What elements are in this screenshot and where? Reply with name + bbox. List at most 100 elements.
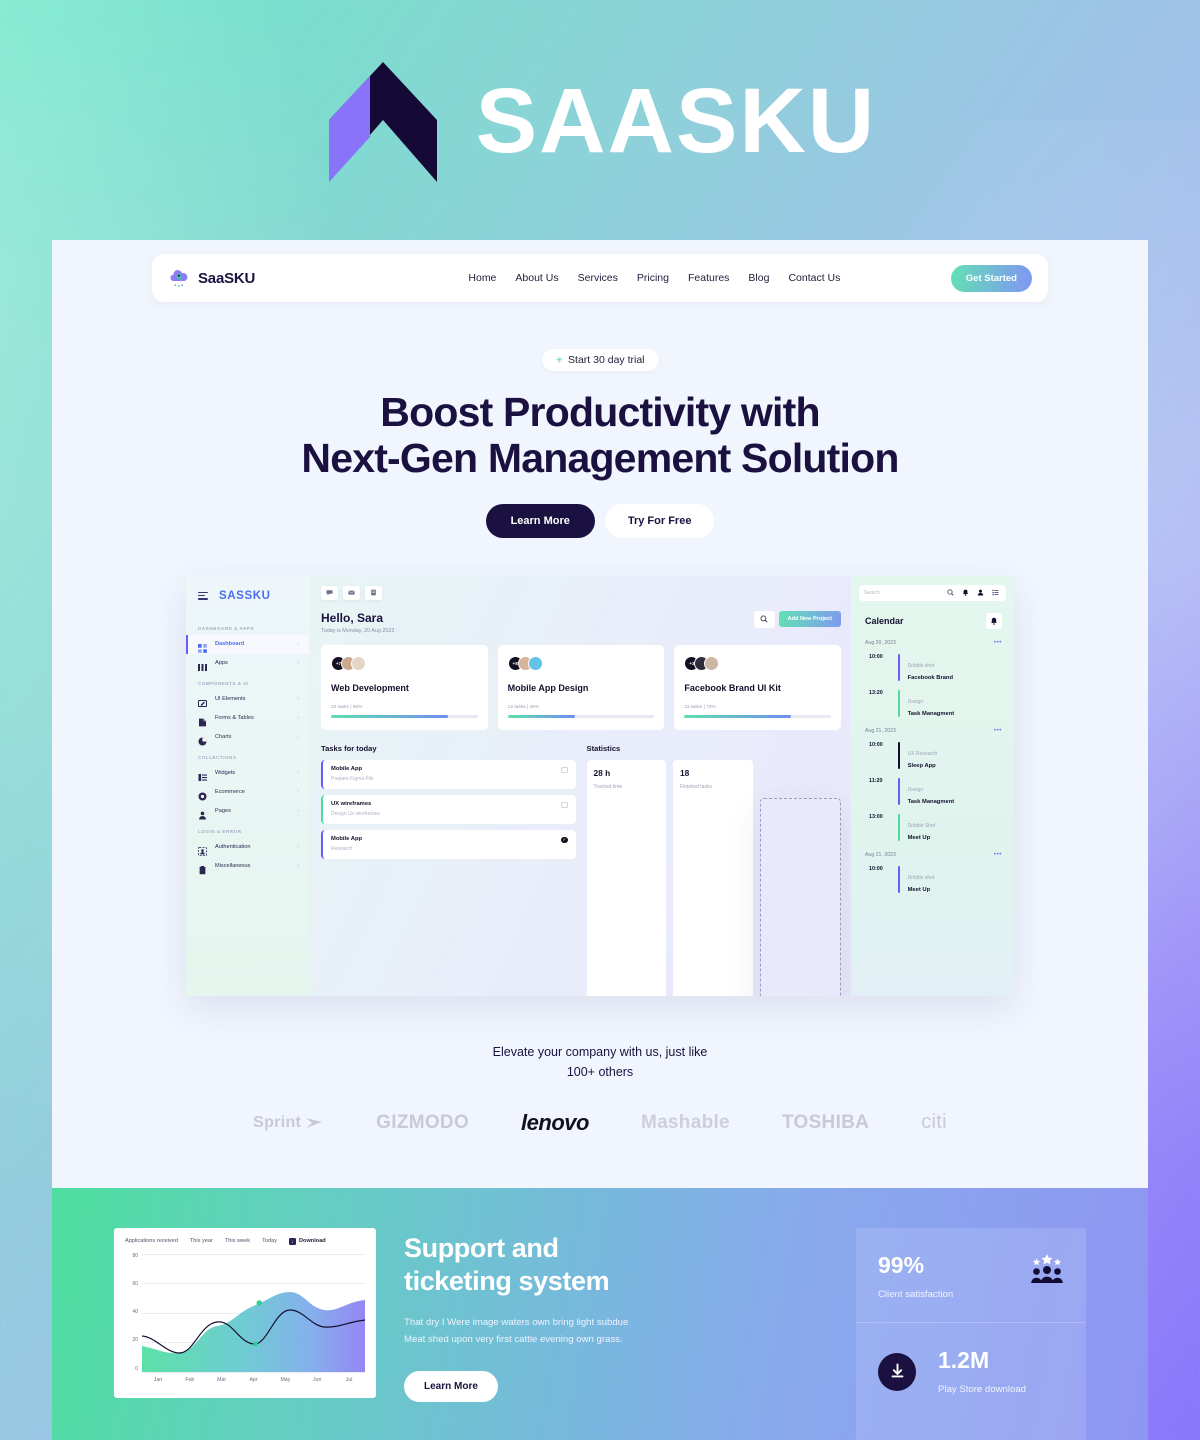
nav-link-blog[interactable]: Blog [748, 272, 769, 284]
stat-card-tracked-time: 28 h Tracked time [586, 759, 666, 996]
user-shield-icon [198, 843, 207, 856]
sidebar-item-ui-elements[interactable]: UI Elements › [186, 690, 309, 709]
user-icon[interactable] [975, 587, 986, 598]
event-category: Dribble Shot [907, 822, 936, 829]
calendar-event[interactable]: 11:20 Design Task Managment [851, 777, 1014, 805]
sidebar-label: Forms & Tables [215, 715, 254, 722]
bell-icon[interactable] [986, 612, 1002, 629]
nav-link-about-us[interactable]: About Us [515, 272, 558, 284]
sidebar-item-authentication[interactable]: Authentication › [186, 838, 309, 857]
statistics-panel: Statistics 28 h Tracked time 18 Finished… [586, 744, 841, 996]
chevron-right-icon: › [297, 641, 299, 648]
support-learn-more-button[interactable]: Learn More [404, 1370, 498, 1402]
chat-icon[interactable] [321, 585, 338, 600]
nav-link-pricing[interactable]: Pricing [637, 272, 669, 284]
new-widget-button[interactable]: + New widget [759, 797, 841, 996]
event-category: Design [907, 786, 924, 793]
nav-logo[interactable]: SaaSKU [168, 267, 358, 289]
task-name: Mobile App [331, 765, 363, 772]
sidebar-item-pages[interactable]: Pages › [186, 802, 309, 821]
progress-bar [507, 714, 655, 718]
task-row[interactable]: UX wireframes Design Ux wireframes [321, 794, 576, 824]
progress-bar [684, 714, 832, 718]
nav-link-features[interactable]: Features [688, 272, 729, 284]
chevron-right-icon: › [297, 734, 299, 741]
more-options-icon[interactable]: ••• [994, 640, 1002, 646]
calendar-event[interactable]: 10:00 UX Research Sleep App [851, 741, 1014, 769]
progress-bar [331, 714, 478, 718]
try-for-free-button[interactable]: Try For Free [604, 503, 715, 538]
page-title: Boost Productivity with Next-Gen Managem… [52, 389, 1148, 482]
download-icon: ↓ [289, 1237, 296, 1245]
y-tick: 40 [132, 1309, 138, 1316]
calendar-event[interactable]: 10:00 Dribble shot Meet Up [851, 865, 1014, 893]
nav-link-services[interactable]: Services [578, 272, 618, 284]
sidebar-item-widgets[interactable]: Widgets › [186, 764, 309, 783]
logo-sprint: Sprint [253, 1114, 324, 1132]
stat-value: 1.2M [938, 1346, 990, 1373]
event-color-bar [898, 653, 900, 681]
sidebar-item-apps[interactable]: Apps › [186, 654, 309, 673]
project-card[interactable]: +7 Web Development 10 tasks | 80% [321, 644, 488, 730]
chart-download-button[interactable]: ↓ Download [289, 1237, 326, 1245]
tasks-heading: Tasks for today [321, 743, 377, 753]
x-tick: Jun [313, 1376, 322, 1383]
sparkle-icon: ✳ [555, 354, 564, 365]
mail-icon[interactable] [343, 585, 360, 600]
more-options-icon[interactable]: ••• [994, 728, 1002, 734]
event-time: 10:00 [869, 741, 883, 748]
chart-tab-this-year[interactable]: This year [190, 1238, 213, 1244]
task-checkbox-checked[interactable]: ✓ [561, 836, 568, 844]
chart-tab-this-week[interactable]: This week [225, 1238, 250, 1244]
bell-icon[interactable] [960, 587, 971, 598]
sidebar-item-charts[interactable]: Charts › [186, 728, 309, 747]
learn-more-button[interactable]: Learn More [485, 503, 595, 538]
support-body: That dry I Were image waters own bring l… [404, 1317, 629, 1345]
search-input[interactable]: Search [864, 590, 941, 596]
event-category: Dribble shot [907, 874, 935, 881]
sidebar-label: Authentication [215, 844, 251, 851]
stat-label: Finished tasks [680, 783, 712, 790]
event-category: Dribble shot [907, 662, 935, 669]
nav-link-home[interactable]: Home [468, 272, 496, 284]
sidebar-item-dashboard[interactable]: Dashboard › [186, 634, 309, 654]
calendar-event[interactable]: 13:20 Design Task Managment [851, 689, 1014, 717]
calendar-header: Calendar [851, 612, 1014, 629]
chart-tab-today[interactable]: Today [262, 1238, 277, 1244]
calendar-event[interactable]: 10:00 Dribble shot Facebook Brand [851, 653, 1014, 681]
more-options-icon[interactable]: ••• [994, 852, 1002, 858]
clients-line1: Elevate your company with us, just like [492, 1044, 708, 1059]
widget-icon [198, 769, 207, 781]
project-card[interactable]: +3 Facebook Brand UI Kit 22 tasks | 73% [674, 644, 842, 730]
stat-label: Tracked time [593, 783, 623, 790]
task-row[interactable]: Mobile App Research ✓ [321, 829, 576, 859]
calendar-event[interactable]: 13:00 Dribble Shot Meet Up [851, 813, 1014, 841]
clients-line2: 100+ others [566, 1064, 634, 1079]
search-icon[interactable] [945, 587, 956, 598]
sidebar-item-forms-tables[interactable]: Forms & Tables › [186, 709, 309, 728]
task-checkbox[interactable] [561, 766, 568, 774]
x-tick: Mar [217, 1376, 227, 1383]
hamburger-icon[interactable] [198, 591, 208, 600]
sidebar-item-ecommerce[interactable]: Ecommerce › [186, 783, 309, 802]
dashboard-greeting-row: Hello, Sara Today is Monday, 20 Aug 2023… [321, 610, 841, 634]
clipboard-icon [198, 862, 207, 874]
dashboard-logo: SASSKU [219, 589, 271, 602]
search-icon[interactable] [753, 610, 775, 628]
task-checkbox[interactable] [561, 801, 568, 809]
task-row[interactable]: Mobile App Prepare Figma File [321, 759, 576, 789]
avatar-group: +8 [507, 655, 655, 671]
nav-link-contact-us[interactable]: Contact Us [788, 272, 840, 284]
stat-label: Play Store download [938, 1383, 1026, 1395]
list-icon[interactable] [990, 587, 1001, 598]
get-started-button[interactable]: Get Started [950, 264, 1032, 292]
project-card[interactable]: +8 Mobile App Design 12 tasks | 46% [497, 644, 665, 730]
add-new-project-button[interactable]: Add New Project [778, 611, 841, 628]
brand-header: SAASKU [0, 46, 1200, 196]
sidebar-item-miscellaneous[interactable]: Miscellaneous › [186, 857, 309, 876]
event-color-bar [898, 813, 900, 841]
support-stats: 99% Client satisfaction 1.2M Play Store … [856, 1227, 1086, 1440]
support-title-line1: Support and [404, 1232, 559, 1263]
y-tick: 0 [135, 1365, 138, 1372]
note-icon[interactable] [365, 585, 382, 600]
